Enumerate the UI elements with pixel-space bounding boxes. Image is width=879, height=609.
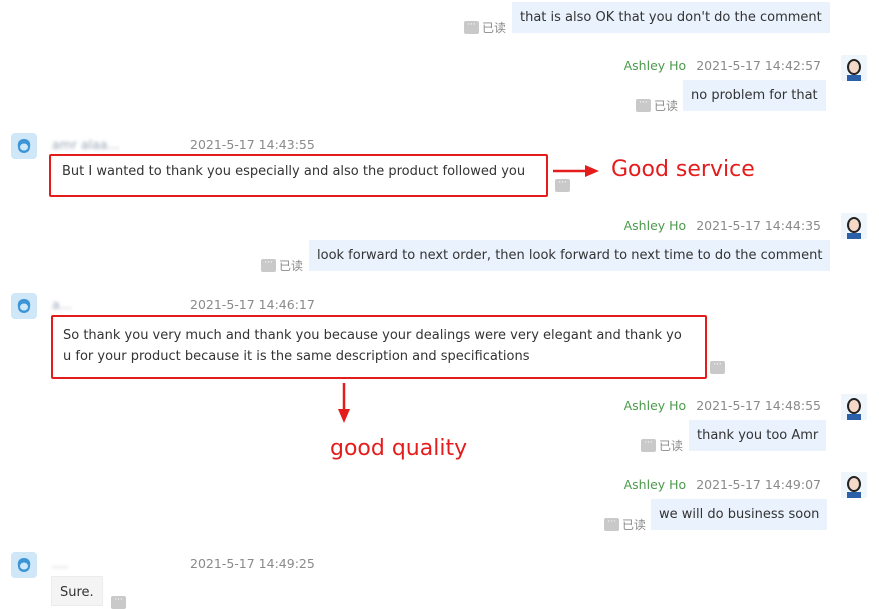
- avatar-icon: [841, 394, 867, 420]
- message-header: a... 2021-5-17 14:46:17: [52, 297, 315, 312]
- customer-avatar[interactable]: [11, 552, 37, 578]
- annotation-good-quality: good quality: [330, 436, 468, 461]
- arrow-right-icon: [553, 165, 599, 177]
- read-label: 已读: [622, 518, 647, 532]
- read-status: ··· 已读: [641, 437, 683, 454]
- avatar-icon: [841, 213, 867, 239]
- message-header: Ashley Ho 2021-5-17 14:49:07: [624, 477, 821, 492]
- sender-name: Ashley Ho: [623, 477, 687, 492]
- more-icon[interactable]: ···: [555, 179, 570, 192]
- customer-avatar-icon: [17, 299, 31, 313]
- user-avatar[interactable]: [841, 55, 867, 81]
- sender-name-blurred: ....: [52, 556, 68, 571]
- user-avatar[interactable]: [841, 213, 867, 239]
- message-header: Ashley Ho 2021-5-17 14:42:57: [624, 58, 821, 73]
- message-text: we will do business soon: [659, 507, 820, 522]
- read-status: ··· 已读: [604, 516, 646, 533]
- read-label: 已读: [659, 439, 684, 453]
- avatar-icon: [841, 472, 867, 498]
- read-label: 已读: [279, 259, 304, 273]
- message-bubble: But I wanted to thank you especially and…: [62, 164, 525, 179]
- read-status: ··· 已读: [261, 257, 303, 274]
- message-text: Sure.: [60, 585, 94, 600]
- more-icon[interactable]: ···: [636, 99, 651, 112]
- more-icon[interactable]: ···: [710, 361, 725, 374]
- message-text: no problem for that: [691, 88, 818, 103]
- message-text: thank you too Amr: [697, 428, 819, 443]
- avatar-icon: [841, 55, 867, 81]
- read-status: ··· 已读: [636, 97, 678, 114]
- sender-name-blurred: amr alaa...: [52, 137, 120, 152]
- message-bubble: look forward to next order, then look fo…: [309, 240, 831, 271]
- read-label: 已读: [482, 21, 507, 35]
- more-icon[interactable]: ···: [261, 259, 276, 272]
- customer-avatar-icon: [17, 139, 31, 153]
- message-bubble: that is also OK that you don't do the co…: [512, 2, 830, 33]
- timestamp: 2021-5-17 14:44:35: [696, 218, 821, 233]
- timestamp: 2021-5-17 14:42:57: [696, 58, 821, 73]
- message-bubble: Sure.: [51, 576, 103, 606]
- message-text: But I wanted to thank you especially and…: [62, 164, 526, 179]
- customer-avatar[interactable]: [11, 133, 37, 159]
- message-text-line: u for your product because it is the sam…: [63, 349, 530, 364]
- more-icon[interactable]: ···: [111, 596, 126, 609]
- user-avatar[interactable]: [841, 472, 867, 498]
- sender-name: Ashley Ho: [623, 218, 687, 233]
- more-icon[interactable]: ···: [604, 518, 619, 531]
- customer-avatar[interactable]: [11, 293, 37, 319]
- message-bubble: we will do business soon: [651, 499, 828, 530]
- message-text: that is also OK that you don't do the co…: [520, 10, 822, 25]
- message-header: .... 2021-5-17 14:49:25: [52, 556, 315, 571]
- message-bubble: no problem for that: [683, 80, 826, 111]
- message-header: Ashley Ho 2021-5-17 14:48:55: [624, 398, 821, 413]
- sender-name-blurred: a...: [52, 297, 72, 312]
- customer-avatar-icon: [17, 558, 31, 572]
- more-icon[interactable]: ···: [641, 439, 656, 452]
- message-text-line: So thank you very much and thank you bec…: [63, 328, 682, 343]
- more-icon[interactable]: ···: [464, 21, 479, 34]
- timestamp: 2021-5-17 14:43:55: [190, 137, 315, 152]
- annotation-good-service: Good service: [611, 157, 755, 182]
- message-bubble: thank you too Amr: [689, 420, 827, 451]
- read-label: 已读: [654, 99, 679, 113]
- message-bubble: So thank you very much and thank you bec…: [63, 325, 682, 367]
- timestamp: 2021-5-17 14:49:25: [190, 556, 315, 571]
- user-avatar[interactable]: [841, 394, 867, 420]
- read-status: ··· 已读: [464, 19, 506, 36]
- timestamp: 2021-5-17 14:48:55: [696, 398, 821, 413]
- message-header: Ashley Ho 2021-5-17 14:44:35: [624, 218, 821, 233]
- timestamp: 2021-5-17 14:46:17: [190, 297, 315, 312]
- arrow-down-icon: [338, 383, 350, 423]
- sender-name: Ashley Ho: [623, 58, 687, 73]
- timestamp: 2021-5-17 14:49:07: [696, 477, 821, 492]
- message-header: amr alaa... 2021-5-17 14:43:55: [52, 137, 315, 152]
- message-text: look forward to next order, then look fo…: [317, 248, 823, 263]
- sender-name: Ashley Ho: [623, 398, 687, 413]
